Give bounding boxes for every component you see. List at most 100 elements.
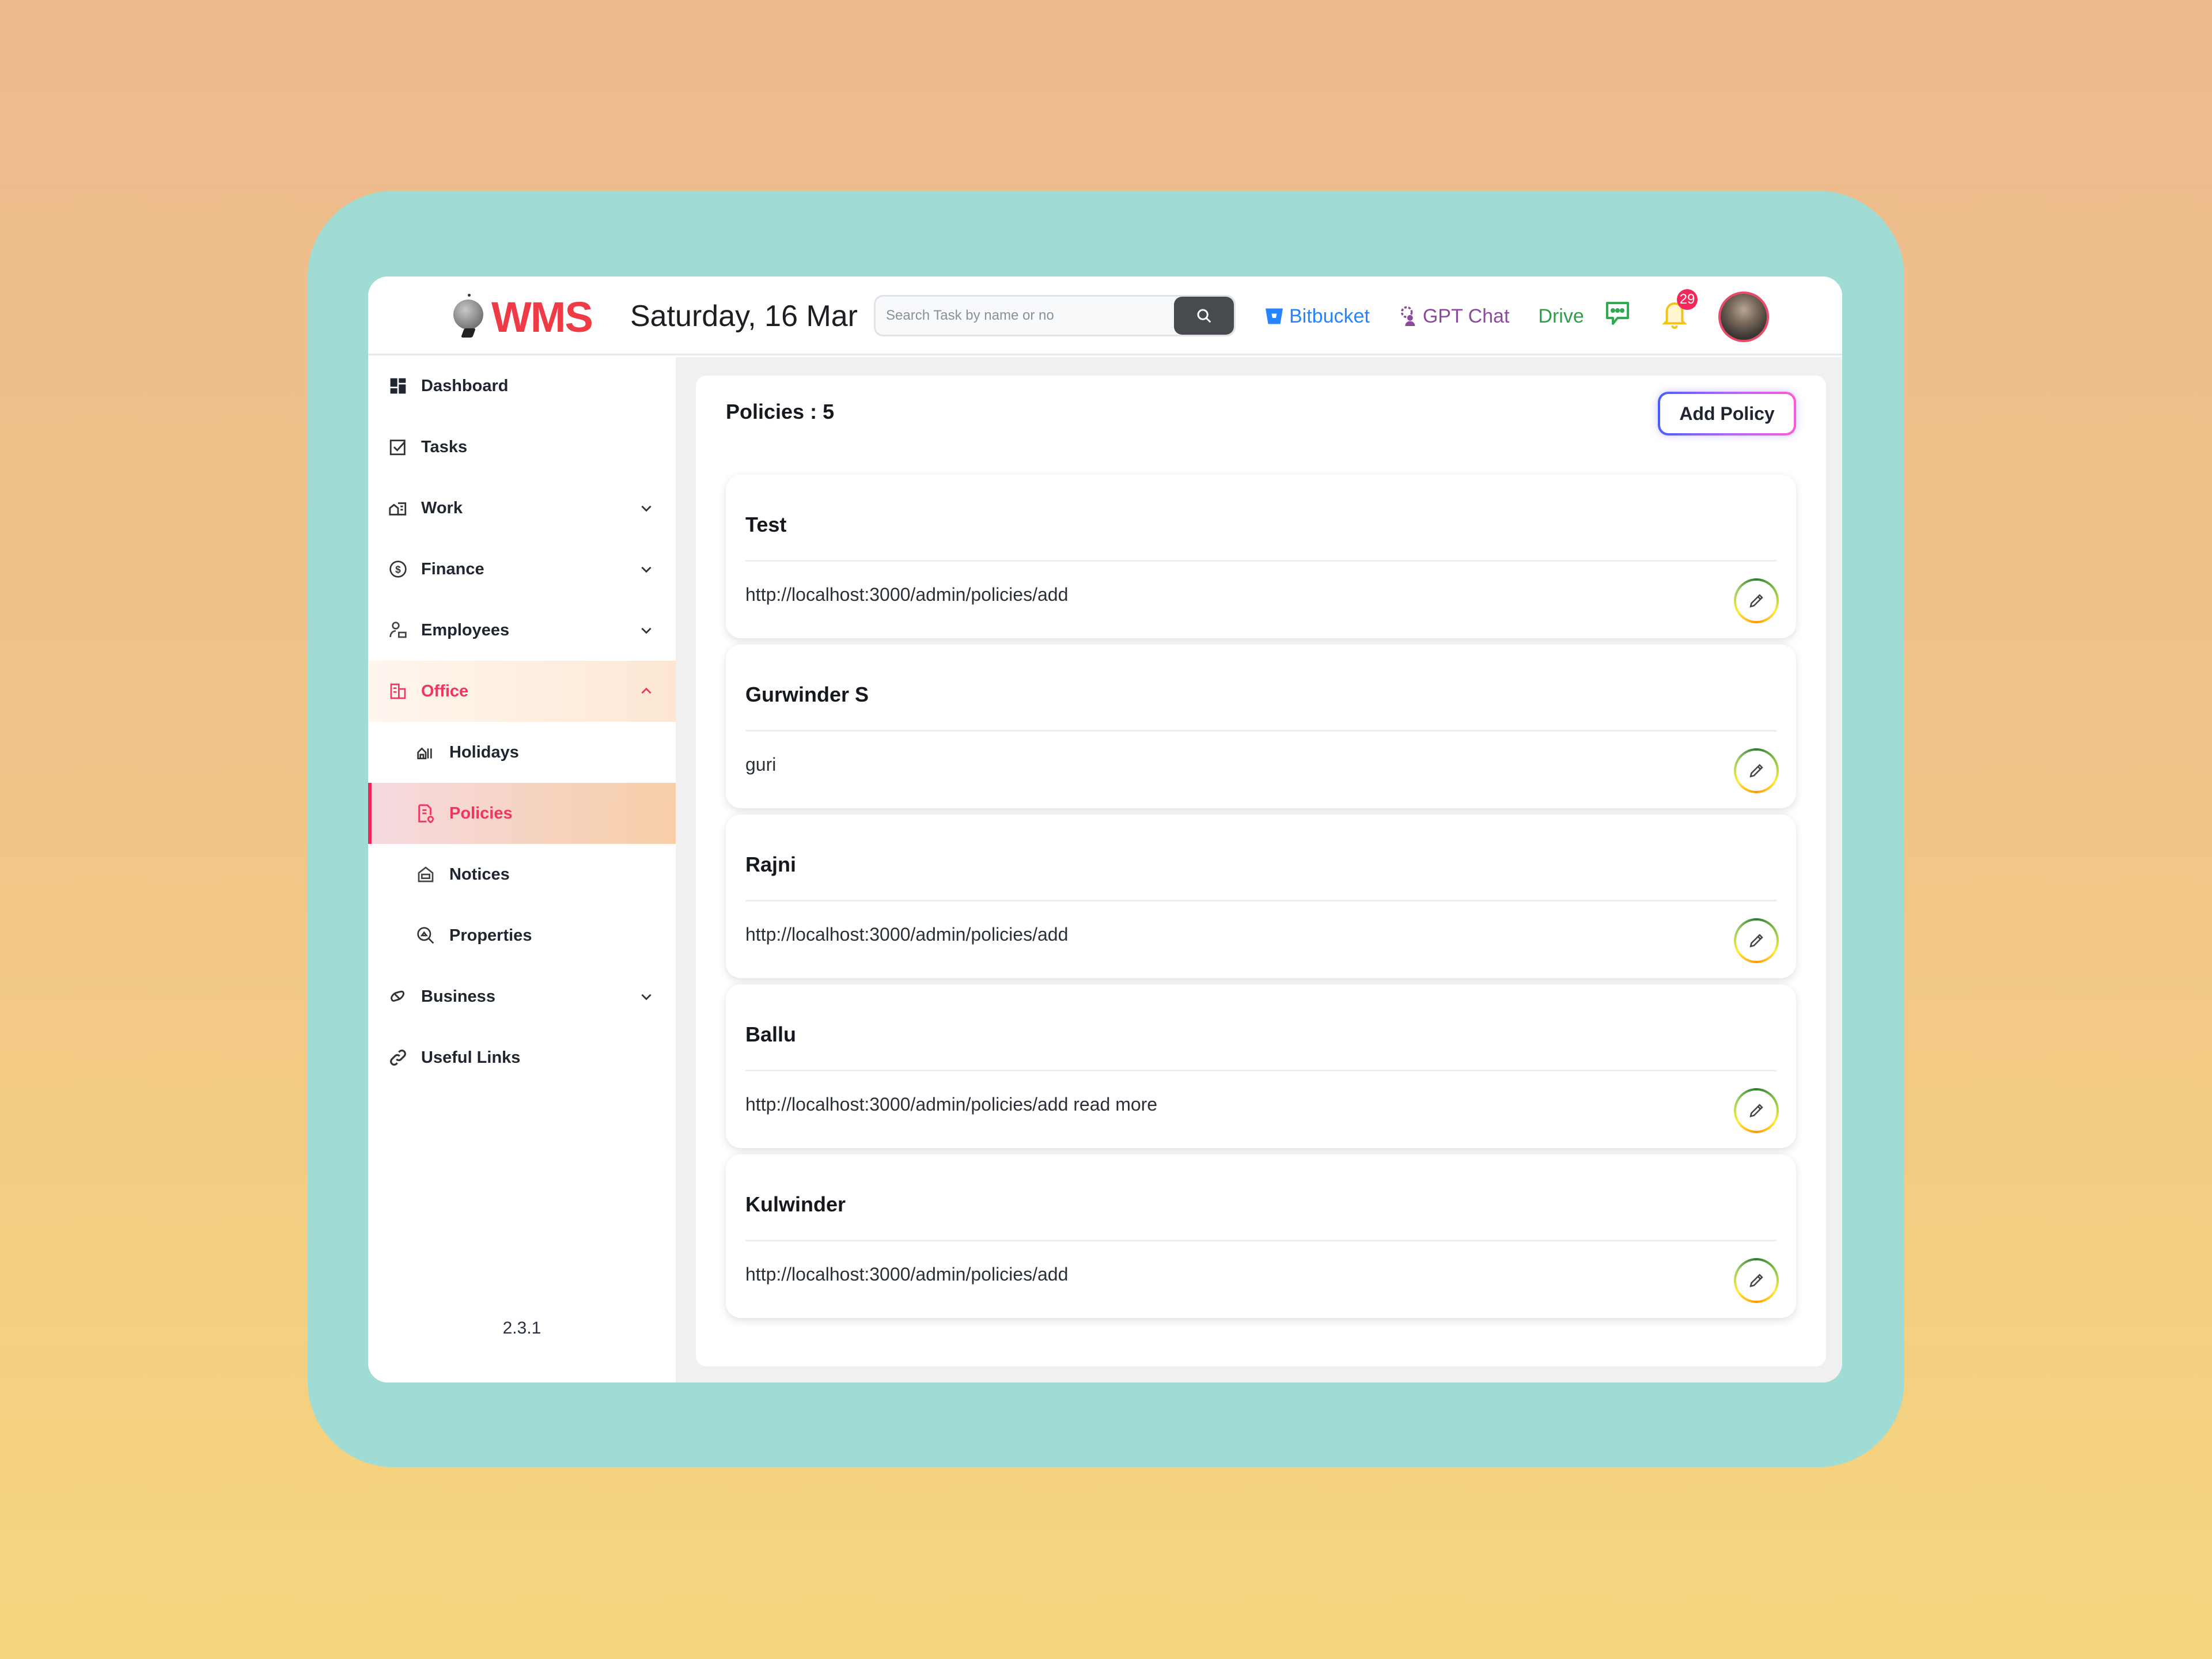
logo[interactable]: WMS	[449, 293, 593, 341]
policy-title: Ballu	[745, 1022, 797, 1046]
sidebar-item-label: Useful Links	[421, 1048, 521, 1067]
policy-title: Rajni	[745, 853, 797, 876]
divider	[745, 560, 1777, 562]
sidebar-item-label: Properties	[449, 926, 532, 945]
drive-link[interactable]: Drive	[1538, 305, 1584, 328]
sidebar-item-policies[interactable]: Policies	[368, 783, 676, 844]
work-icon	[387, 497, 410, 520]
policy-card: Ballu http://localhost:3000/admin/polici…	[726, 984, 1796, 1148]
gpt-chat-icon	[1400, 306, 1415, 326]
notices-icon	[414, 863, 437, 886]
globe-logo-icon	[449, 294, 489, 340]
header-links: Bitbucket GPT Chat Drive	[1264, 294, 1613, 339]
divider	[745, 900, 1777, 902]
policy-card: Rajni http://localhost:3000/admin/polici…	[726, 815, 1796, 978]
app-version: 2.3.1	[502, 1319, 541, 1338]
divider	[745, 1240, 1777, 1241]
finance-icon: $	[387, 558, 410, 581]
holidays-icon	[414, 741, 437, 764]
sidebar-item-work[interactable]: Work	[368, 478, 676, 539]
sidebar-item-dashboard[interactable]: Dashboard	[368, 355, 676, 416]
edit-policy-button[interactable]	[1734, 1088, 1779, 1133]
messages-button[interactable]	[1604, 300, 1631, 331]
chevron-down-icon	[641, 994, 652, 1001]
sidebar-item-useful-links[interactable]: Useful Links	[368, 1027, 676, 1088]
policies-icon	[414, 802, 437, 825]
search-input[interactable]	[876, 297, 1174, 335]
edit-policy-button[interactable]	[1734, 578, 1779, 623]
policy-card: Gurwinder S guri	[726, 645, 1796, 808]
sidebar-item-office[interactable]: Office	[368, 661, 676, 722]
svg-text:$: $	[395, 564, 401, 575]
sidebar-item-label: Tasks	[421, 437, 468, 456]
sidebar-item-employees[interactable]: Employees	[368, 600, 676, 661]
top-header: WMS Saturday, 16 Mar Bitbucket GPT Chat …	[368, 276, 1842, 355]
sidebar-item-label: Holidays	[449, 743, 519, 762]
sidebar: Dashboard Tasks Work $ Finance Employees…	[368, 355, 676, 1382]
sidebar-item-label: Office	[421, 681, 469, 700]
user-avatar[interactable]	[1718, 291, 1769, 342]
sidebar-item-label: Employees	[421, 620, 510, 639]
pencil-icon	[1749, 594, 1763, 608]
office-icon	[387, 680, 410, 703]
sidebar-item-label: Finance	[421, 559, 484, 578]
app-window: WMS Saturday, 16 Mar Bitbucket GPT Chat …	[368, 276, 1842, 1382]
policy-card: Kulwinder http://localhost:3000/admin/po…	[726, 1154, 1796, 1318]
policy-description: guri	[745, 754, 777, 775]
sidebar-item-holidays[interactable]: Holidays	[368, 722, 676, 783]
sidebar-item-notices[interactable]: Notices	[368, 844, 676, 905]
policy-title: Gurwinder S	[745, 683, 869, 706]
edit-policy-button[interactable]	[1734, 1258, 1779, 1303]
page-title: Policies : 5	[726, 400, 835, 423]
business-icon	[387, 985, 410, 1008]
bitbucket-link[interactable]: Bitbucket	[1264, 305, 1370, 328]
chevron-down-icon	[641, 566, 652, 573]
policy-title: Kulwinder	[745, 1192, 846, 1216]
sidebar-item-label: Policies	[449, 804, 513, 823]
policy-description: http://localhost:3000/admin/policies/add…	[745, 1094, 1158, 1115]
add-policy-button[interactable]: Add Policy	[1658, 392, 1796, 435]
tasks-icon	[387, 435, 410, 459]
policy-description: http://localhost:3000/admin/policies/add	[745, 584, 1069, 605]
pencil-icon	[1749, 1104, 1763, 1118]
gpt-chat-label: GPT Chat	[1422, 305, 1510, 327]
policy-description: http://localhost:3000/admin/policies/add	[745, 1264, 1069, 1285]
logo-text: WMS	[491, 293, 593, 341]
properties-icon	[414, 924, 437, 947]
employees-icon	[387, 619, 410, 642]
policies-panel: Policies : 5 Add Policy Test http://loca…	[696, 376, 1826, 1366]
search-button[interactable]	[1174, 297, 1234, 335]
chevron-up-icon	[641, 687, 652, 694]
current-date: Saturday, 16 Mar	[630, 300, 858, 333]
search-icon	[1197, 309, 1211, 323]
policy-title: Test	[745, 513, 787, 536]
pencil-icon	[1749, 934, 1763, 948]
sidebar-item-tasks[interactable]: Tasks	[368, 416, 676, 478]
edit-policy-button[interactable]	[1734, 918, 1779, 963]
sidebar-item-properties[interactable]: Properties	[368, 905, 676, 966]
gpt-chat-link[interactable]: GPT Chat	[1399, 305, 1510, 328]
bitbucket-icon	[1266, 308, 1283, 324]
drive-label: Drive	[1538, 305, 1584, 327]
divider	[745, 1070, 1777, 1071]
link-icon	[387, 1046, 410, 1069]
chat-bubble-icon	[1606, 302, 1629, 325]
sidebar-item-label: Dashboard	[421, 376, 509, 395]
sidebar-item-business[interactable]: Business	[368, 966, 676, 1027]
sidebar-item-finance[interactable]: $ Finance	[368, 539, 676, 600]
dashboard-icon	[387, 374, 410, 397]
pencil-icon	[1749, 1274, 1763, 1287]
divider	[745, 730, 1777, 732]
sidebar-item-label: Work	[421, 498, 463, 517]
notification-count-badge: 29	[1677, 289, 1698, 310]
sidebar-item-label: Business	[421, 987, 495, 1006]
policy-description: http://localhost:3000/admin/policies/add	[745, 924, 1069, 945]
policy-card: Test http://localhost:3000/admin/policie…	[726, 475, 1796, 638]
edit-policy-button[interactable]	[1734, 748, 1779, 793]
pencil-icon	[1749, 764, 1763, 778]
sidebar-item-label: Notices	[449, 865, 510, 884]
search-bar	[874, 295, 1236, 336]
bitbucket-label: Bitbucket	[1289, 305, 1370, 327]
chevron-down-icon	[641, 627, 652, 634]
chevron-down-icon	[641, 505, 652, 512]
